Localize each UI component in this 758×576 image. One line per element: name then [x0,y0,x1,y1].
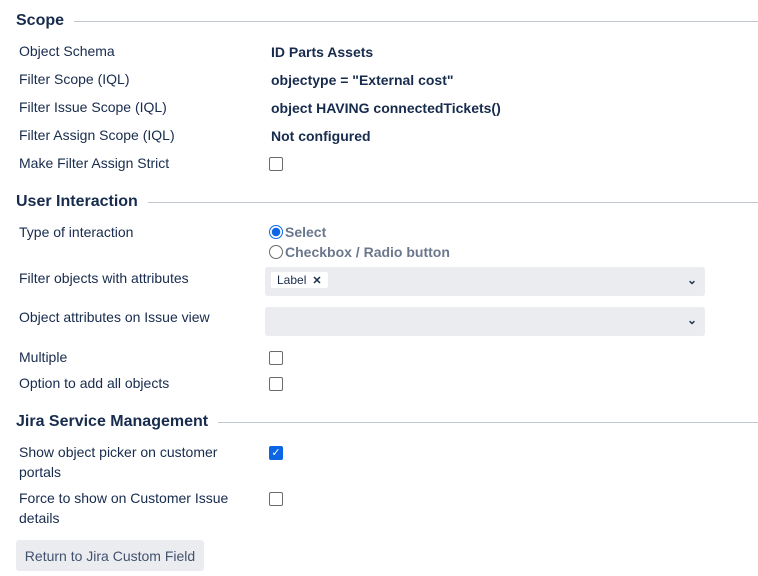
value-filter-assign-scope: Not configured [271,128,371,144]
section-title: Scope [16,12,65,29]
label-multiple: Multiple [19,349,68,365]
section-scope: Scope [16,12,758,30]
label-show-picker: Show object picker on customer portals [19,444,218,480]
show-picker-checkbox[interactable]: ✓ [269,446,283,460]
label-type-of-interaction: Type of interaction [19,224,134,240]
radio-label: Select [285,224,327,240]
remove-tag-icon[interactable]: ✕ [312,274,321,287]
radio-checkbox-radio[interactable]: Checkbox / Radio button [269,244,450,260]
label-filter-issue-scope: Filter Issue Scope (IQL) [19,99,167,115]
tag-label: Label ✕ [271,272,328,288]
section-title: Jira Service Management [16,413,209,430]
return-button[interactable]: Return to Jira Custom Field [16,540,204,571]
label-add-all-objects: Option to add all objects [19,375,170,391]
section-title: User Interaction [16,193,138,210]
add-all-objects-checkbox[interactable] [269,377,283,391]
label-force-show: Force to show on Customer Issue details [19,490,229,526]
label-filter-assign-scope: Filter Assign Scope (IQL) [19,127,175,143]
make-filter-strict-checkbox[interactable] [269,157,283,171]
label-object-schema: Object Schema [19,43,115,59]
radio-icon [269,225,283,239]
label-object-attributes: Object attributes on Issue view [19,309,210,325]
tag-text: Label [277,273,307,287]
filter-attributes-select[interactable]: Label ✕ ⌄ [265,267,705,296]
section-jsm: Jira Service Management [16,413,758,431]
label-filter-scope: Filter Scope (IQL) [19,71,130,87]
force-show-checkbox[interactable] [269,492,283,506]
chevron-down-icon: ⌄ [686,273,697,287]
label-make-filter-strict: Make Filter Assign Strict [19,155,170,171]
radio-label: Checkbox / Radio button [285,244,450,260]
value-filter-issue-scope: object HAVING connectedTickets() [271,100,501,116]
section-user-interaction: User Interaction [16,193,758,211]
radio-select[interactable]: Select [269,224,326,240]
multiple-checkbox[interactable] [269,351,283,365]
radio-icon [269,245,283,259]
value-filter-scope: objectype = "External cost" [271,72,454,88]
value-object-schema: ID Parts Assets [271,44,374,60]
label-filter-attributes: Filter objects with attributes [19,270,189,286]
object-attributes-select[interactable]: ⌄ [265,307,705,336]
chevron-down-icon: ⌄ [686,313,697,327]
